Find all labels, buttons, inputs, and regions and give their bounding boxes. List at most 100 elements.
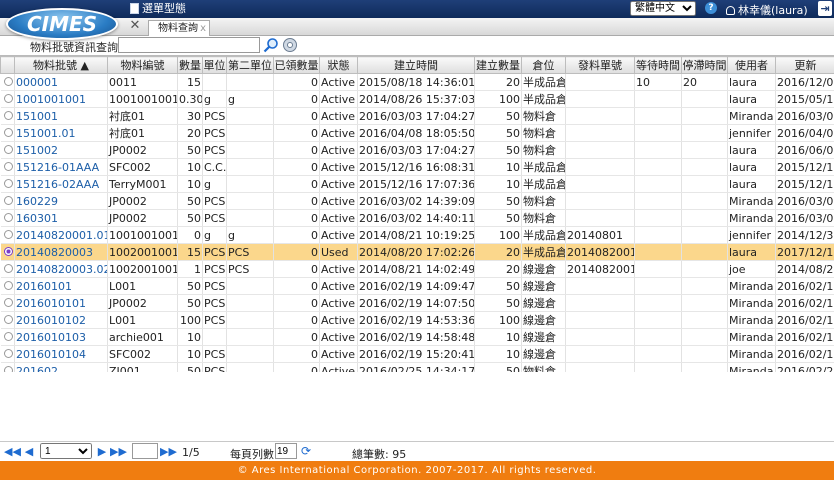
page-jump-input[interactable] [132, 443, 158, 459]
row-select-cell[interactable] [0, 124, 15, 142]
row-radio[interactable] [3, 280, 13, 290]
row-select-cell[interactable] [0, 226, 15, 244]
row-select-cell[interactable] [0, 90, 15, 108]
row-radio[interactable] [3, 229, 13, 239]
first-page-icon[interactable]: ◀◀ [4, 445, 21, 458]
cell-lot-no[interactable]: 20160101 [14, 277, 108, 295]
cell-lot-no[interactable]: 2016010104 [14, 345, 108, 363]
cell-lot-no[interactable]: 2016010102 [14, 311, 108, 329]
gear-icon[interactable] [282, 37, 298, 53]
close-icon[interactable]: ✕ [128, 19, 142, 33]
logout-icon[interactable]: ⇥ [818, 1, 832, 16]
cell-lot-no[interactable]: 151002 [14, 141, 108, 159]
row-select-cell[interactable] [0, 73, 15, 91]
search-input[interactable] [118, 37, 260, 53]
column-header-second-unit[interactable]: 第二單位 [226, 56, 274, 74]
row-radio[interactable] [3, 297, 13, 307]
row-select-cell[interactable] [0, 141, 15, 159]
table-row[interactable]: 160229 JP0002 50 PCS 0 Active 2016/03/02 14:39… [0, 192, 834, 210]
column-header-created-qty[interactable]: 建立數量 [474, 56, 522, 74]
tab-material-query[interactable]: 物料查詢 x [148, 20, 210, 36]
column-header-storage[interactable]: 倉位 [521, 56, 566, 74]
column-header-quantity[interactable]: 數量 [177, 56, 203, 74]
table-row[interactable]: 20140820001.01 1001001001 0 g g 0 Active 2014/0… [0, 226, 834, 244]
cell-lot-no[interactable]: 151216-01AAA [14, 158, 108, 176]
row-radio[interactable] [3, 365, 13, 372]
row-radio[interactable] [3, 195, 13, 205]
table-row[interactable]: 2016010101 JP0002 50 PCS 0 Active 2016/02/19 1… [0, 294, 834, 312]
cell-lot-no[interactable]: 151001 [14, 107, 108, 125]
table-row[interactable]: 20140820003.02 1002001001 1 PCS PCS 0 Active 20… [0, 260, 834, 278]
search-icon[interactable] [263, 37, 279, 53]
table-row[interactable]: 2016010104 SFC002 10 PCS 0 Active 2016/02/19 1… [0, 345, 834, 363]
table-row[interactable]: 151001 衬底01 30 PCS 0 Active 2016/03/03 17:04:2… [0, 107, 834, 125]
row-select-cell[interactable] [0, 345, 15, 363]
table-row[interactable]: 160301 JP0002 50 PCS 0 Active 2016/03/02 14:40… [0, 209, 834, 227]
table-row[interactable]: 000001 0011 15 0 Active 2015/08/18 14:36:01 20… [0, 73, 834, 91]
table-row[interactable]: 20140820003 1002001001 15 PCS PCS 0 Used 2014/0… [0, 243, 834, 261]
row-select-cell[interactable] [0, 192, 15, 210]
cell-lot-no[interactable]: 20140820003.02 [14, 260, 108, 278]
row-select-cell[interactable] [0, 277, 15, 295]
column-header-unit[interactable]: 單位 [202, 56, 227, 74]
row-radio[interactable] [3, 263, 13, 273]
row-radio[interactable] [3, 331, 13, 341]
column-header-created-time[interactable]: 建立時間 [357, 56, 475, 74]
table-row[interactable]: 2016010103 archie001 10 0 Active 2016/02/19 1… [0, 328, 834, 346]
next-page-icon[interactable]: ▶ [95, 445, 109, 458]
row-select-cell[interactable] [0, 107, 15, 125]
row-radio[interactable] [3, 246, 13, 256]
page-select[interactable]: 1 [40, 443, 92, 459]
cell-lot-no[interactable]: 160301 [14, 209, 108, 227]
refresh-icon[interactable]: ⟳ [301, 445, 313, 457]
cell-lot-no[interactable]: 2016010101 [14, 294, 108, 312]
column-header-wait-time[interactable]: 等待時間 [634, 56, 682, 74]
cell-lot-no[interactable]: 20140820003 [14, 243, 108, 261]
column-header-user[interactable]: 使用者 [727, 56, 776, 74]
row-radio[interactable] [3, 161, 13, 171]
menu-type-link[interactable]: 選單型態 [130, 1, 186, 17]
row-select-cell[interactable] [0, 311, 15, 329]
column-header-idle-time[interactable]: 停滯時間 [681, 56, 728, 74]
cell-lot-no[interactable]: 2016010103 [14, 328, 108, 346]
table-row[interactable]: 201602 ZJ001 50 PCS 0 Active 2016/02/25 14:34:… [0, 362, 834, 372]
rows-per-page-input[interactable] [275, 443, 297, 459]
table-row[interactable]: 151216-02AAA TerryM001 10 g 0 Active 2015/12/1… [0, 175, 834, 193]
row-radio[interactable] [3, 178, 13, 188]
column-header-material-no[interactable]: 物料編號 [107, 56, 178, 74]
cell-lot-no[interactable]: 20140820001.01 [14, 226, 108, 244]
cell-lot-no[interactable]: 151001.01 [14, 124, 108, 142]
row-select-cell[interactable] [0, 260, 15, 278]
row-select-cell[interactable] [0, 243, 15, 261]
cell-lot-no[interactable]: 000001 [14, 73, 108, 91]
help-icon[interactable]: ? [705, 2, 717, 14]
language-select[interactable]: 繁體中文 [630, 1, 696, 16]
column-header-issued-qty[interactable]: 已領數量 [273, 56, 320, 74]
tab-close-icon[interactable]: x [200, 21, 206, 36]
cell-lot-no[interactable]: 160229 [14, 192, 108, 210]
row-radio[interactable] [3, 110, 13, 120]
cell-lot-no[interactable]: 151216-02AAA [14, 175, 108, 193]
go-page-icon[interactable]: ▶▶ [160, 445, 177, 458]
last-page-icon[interactable]: ▶▶ [110, 445, 127, 458]
column-header-issue-order-no[interactable]: 發料單號 [565, 56, 635, 74]
row-select-cell[interactable] [0, 158, 15, 176]
table-row[interactable]: 151002 JP0002 50 PCS 0 Active 2016/03/03 17:04… [0, 141, 834, 159]
cell-lot-no[interactable]: 1001001001 [14, 90, 108, 108]
row-select-cell[interactable] [0, 175, 15, 193]
table-row[interactable]: 1001001001 1001001001 0.30 g g 0 Active 2014/08… [0, 90, 834, 108]
row-radio[interactable] [3, 212, 13, 222]
row-radio[interactable] [3, 93, 13, 103]
row-select-cell[interactable] [0, 294, 15, 312]
prev-page-icon[interactable]: ◀ [22, 445, 36, 458]
column-header-updated[interactable]: 更新 [775, 56, 834, 74]
row-select-cell[interactable] [0, 328, 15, 346]
table-row[interactable]: 20160101 L001 50 PCS 0 Active 2016/02/19 14:09… [0, 277, 834, 295]
table-row[interactable]: 2016010102 L001 100 PCS 0 Active 2016/02/19 14… [0, 311, 834, 329]
row-radio[interactable] [3, 144, 13, 154]
row-radio[interactable] [3, 127, 13, 137]
cell-lot-no[interactable]: 201602 [14, 362, 108, 372]
column-header-status[interactable]: 狀態 [319, 56, 358, 74]
row-radio[interactable] [3, 314, 13, 324]
row-radio[interactable] [3, 348, 13, 358]
